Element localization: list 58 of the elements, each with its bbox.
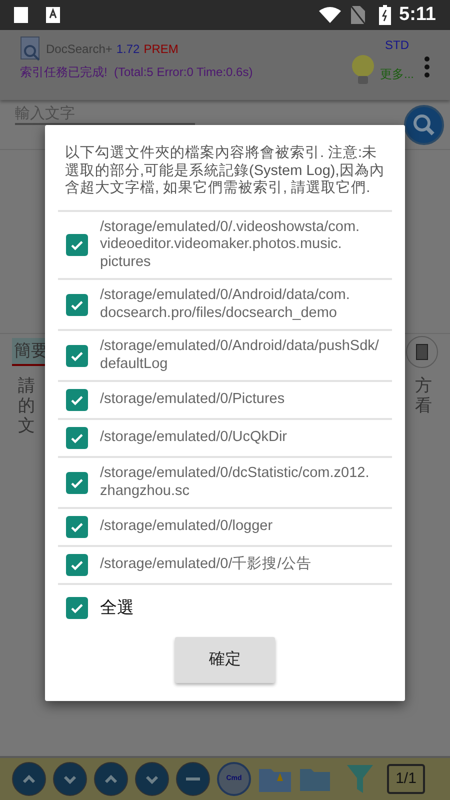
folder-row[interactable]: /storage/emulated/0/UcQkDir (58, 418, 392, 456)
checkbox[interactable] (66, 554, 88, 576)
scroll-down-button[interactable] (53, 762, 87, 796)
folder-row[interactable]: /storage/emulated/0/Pictures (58, 380, 392, 418)
select-all-row[interactable]: 全選 (58, 583, 392, 628)
index-status: 索引任務已完成! (Total:5 Error:0 Time:0.6s) (20, 64, 254, 81)
checkbox[interactable] (66, 427, 88, 449)
collapse-button[interactable] (176, 762, 210, 796)
folder-path: /storage/emulated/0/UcQkDir (100, 429, 287, 447)
checkbox[interactable] (66, 234, 88, 256)
help-text: 文 (18, 416, 35, 436)
folder-row[interactable]: /storage/emulated/0/logger (58, 507, 392, 545)
checkbox[interactable] (66, 472, 88, 494)
folder-path: /storage/emulated/0/.videoshowsta/com.videoeditor.videomaker.photos.music.pictures (100, 218, 361, 271)
document-button[interactable] (406, 336, 438, 368)
folder-row[interactable]: /storage/emulated/0/Android/data/pushSdk/defaultLog (58, 329, 392, 380)
version-label: 1.72 (116, 41, 140, 58)
ok-button[interactable]: 確定 (175, 636, 275, 682)
previous-match-button[interactable] (94, 762, 128, 796)
folder-path: /storage/emulated/0/千影搜/公告 (100, 556, 312, 574)
mode-label: STD (385, 37, 409, 54)
app-logo-icon (20, 36, 42, 62)
scroll-up-button[interactable] (12, 762, 46, 796)
search-button[interactable] (404, 104, 444, 144)
overflow-menu-icon[interactable] (424, 56, 430, 78)
next-match-button[interactable] (135, 762, 169, 796)
wifi-icon (319, 7, 342, 23)
no-sim-icon (351, 6, 366, 24)
help-text: 看 (415, 396, 432, 416)
page-counter[interactable]: 1/1 (387, 764, 425, 794)
font-icon (46, 7, 60, 23)
folder-row[interactable]: /storage/emulated/0/千影搜/公告 (58, 545, 392, 583)
edition-label: PREM (144, 41, 178, 58)
checkbox[interactable] (66, 516, 88, 538)
dialog-message: 以下勾選文件夾的檔案內容將會被索引. 注意:未選取的部分,可能是系統記錄(System Log),因為內含超大文字檔, 如果它們需被索引, 請選取它們. (64, 145, 386, 198)
checkbox[interactable] (66, 596, 88, 619)
checkbox[interactable] (66, 294, 88, 316)
folder-row[interactable]: /storage/emulated/0/Android/data/com.docsearch.pro/files/docsearch_demo (58, 278, 392, 329)
document-icon (416, 344, 428, 360)
collapse-icon (186, 777, 200, 781)
folder-path: /storage/emulated/0/Pictures (100, 391, 285, 409)
checkbox[interactable] (66, 389, 88, 411)
battery-icon (379, 5, 392, 25)
folder-path: /storage/emulated/0/Android/data/pushSdk/defaultLog (100, 338, 380, 373)
search-icon (411, 112, 437, 138)
select-all-label: 全選 (100, 597, 134, 619)
help-text: 方 (415, 376, 432, 396)
lightbulb-icon (350, 54, 376, 86)
folder-row[interactable]: /storage/emulated/0/.videoshowsta/com.videoeditor.videomaker.photos.music.pictures (58, 210, 392, 278)
help-text: 的 (18, 396, 35, 416)
notification-icon (14, 7, 28, 23)
help-text: 請 (18, 376, 35, 396)
folder-path: /storage/emulated/0/logger (100, 518, 273, 536)
clock: 5:11 (399, 2, 436, 27)
checkbox[interactable] (66, 344, 88, 366)
folder-path: /storage/emulated/0/Android/data/com.docsearch.pro/files/docsearch_demo (100, 287, 351, 322)
folder-path: /storage/emulated/0/dcStatistic/com.z012.zhangzhou.sc (100, 465, 370, 500)
folder-row[interactable]: /storage/emulated/0/dcStatistic/com.z012.zhangzhou.sc (58, 456, 392, 507)
